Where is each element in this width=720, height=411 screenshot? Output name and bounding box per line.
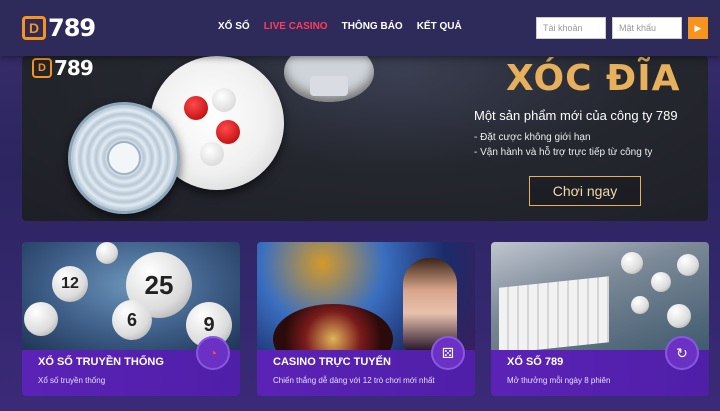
- spinner-icon: ◔: [196, 336, 230, 370]
- top-header: D 789 XỔ SỐ LIVE CASINO THÔNG BÁO KẾT QU…: [0, 0, 720, 56]
- lottery-ball-blank: [651, 272, 671, 292]
- logo-text: 789: [48, 14, 96, 42]
- nav-item-live-casino[interactable]: LIVE CASINO: [264, 21, 328, 32]
- card-desc: Xổ số truyền thống: [38, 376, 106, 385]
- banner-title: XÓC ĐĨA: [506, 58, 681, 99]
- red-disc: [184, 96, 208, 120]
- lottery-balls-image: 12 25 6 9: [22, 242, 240, 350]
- lottery-ball-blank: [24, 302, 58, 336]
- banner-bullets: - Đặt cược không giới hạn - Vận hành và …: [474, 130, 652, 160]
- cover-knob: [107, 141, 141, 175]
- card-title: XỔ SỐ 789: [507, 356, 564, 368]
- lottery-ball-blank: [631, 296, 649, 314]
- main-nav: XỔ SỐ LIVE CASINO THÔNG BÁO KẾT QUẢ: [218, 21, 476, 32]
- card-casino-truc-tuyen[interactable]: ⚄ CASINO TRỰC TUYẾN Chiến thắng dễ dàng …: [257, 242, 475, 396]
- site-logo[interactable]: D 789: [22, 14, 96, 42]
- live-casino-image: [257, 242, 475, 374]
- username-input[interactable]: [536, 17, 606, 39]
- banner-logo-text: 789: [54, 56, 94, 80]
- lottery-ball-blank: [96, 242, 118, 264]
- red-disc: [216, 120, 240, 144]
- card-desc: Mở thưởng mỗi ngày 8 phiên: [507, 376, 611, 385]
- arrow-right-icon: ▶: [694, 22, 702, 33]
- lotto-tickets-image: [499, 276, 609, 354]
- card-title: CASINO TRỰC TUYẾN: [273, 356, 391, 368]
- banner-bullet: - Vận hành và hỗ trợ trực tiếp từ công t…: [474, 147, 653, 158]
- login-form: ▶: [536, 17, 708, 39]
- nav-item-xo-so[interactable]: XỔ SỐ: [218, 21, 250, 32]
- banner-bullet: - Đặt cược không giới hạn: [474, 132, 591, 143]
- card-footer: ◔ XỔ SỐ TRUYỀN THỐNG Xổ số truyền thống: [22, 336, 240, 396]
- white-disc: [212, 88, 236, 112]
- xoc-dia-cover-image: [68, 102, 180, 214]
- refresh-icon: ↻: [665, 336, 699, 370]
- banner-logo: D 789: [32, 56, 94, 80]
- nav-item-thong-bao[interactable]: THÔNG BÁO: [342, 21, 403, 32]
- card-title: XỔ SỐ TRUYỀN THỐNG: [38, 356, 164, 368]
- refresh-icon-glyph: ↻: [676, 344, 688, 361]
- card-xo-so-789[interactable]: ↻ XỔ SỐ 789 Mở thưởng mỗi ngày 8 phiên: [491, 242, 709, 396]
- lottery-ball-blank: [621, 252, 643, 274]
- white-disc: [200, 142, 224, 166]
- card-desc: Chiến thắng dễ dàng với 12 trò chơi mới …: [273, 376, 435, 385]
- card-footer: ⚄ CASINO TRỰC TUYẾN Chiến thắng dễ dàng …: [257, 336, 475, 396]
- lotto-machine-image: [491, 242, 709, 354]
- banner-logo-mark: D: [32, 58, 52, 78]
- card-footer: ↻ XỔ SỐ 789 Mở thưởng mỗi ngày 8 phiên: [491, 336, 709, 396]
- login-submit-button[interactable]: ▶: [688, 17, 708, 39]
- spinner-icon-glyph: ◔: [208, 345, 218, 361]
- nav-item-ket-qua[interactable]: KẾT QUẢ: [417, 21, 462, 32]
- lottery-ball-blank: [667, 304, 691, 328]
- dice-icon: ⚄: [431, 336, 465, 370]
- hero-banner[interactable]: D 789 XÓC ĐĨA Một sản phẩm mới của công …: [22, 56, 708, 221]
- logo-mark: D: [22, 16, 46, 40]
- lottery-ball: 12: [52, 266, 88, 302]
- dice-icon-glyph: ⚄: [441, 344, 455, 361]
- password-input[interactable]: [612, 17, 682, 39]
- lottery-ball: 6: [112, 300, 152, 340]
- lottery-ball-blank: [677, 254, 699, 276]
- play-now-button[interactable]: Chơi ngay: [529, 176, 641, 206]
- card-xo-so-truyen-thong[interactable]: 12 25 6 9 ◔ XỔ SỐ TRUYỀN THỐNG Xổ số tru…: [22, 242, 240, 396]
- chip-base-image: [310, 76, 348, 96]
- banner-subtitle: Một sản phẩm mới của công ty 789: [474, 108, 678, 123]
